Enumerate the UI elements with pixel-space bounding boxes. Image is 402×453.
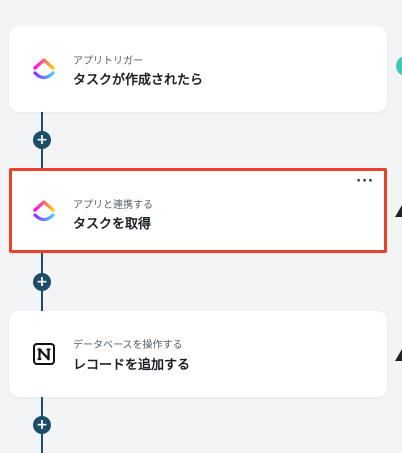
step-subtitle: データベースを操作する xyxy=(73,340,183,351)
clickup-icon xyxy=(33,58,55,80)
more-options-button[interactable]: ··· xyxy=(356,175,374,188)
plus-icon: + xyxy=(36,132,48,148)
step-title: タスクが作成されたら xyxy=(73,73,204,88)
edge-warning-icon xyxy=(395,205,402,217)
add-step-button[interactable]: + xyxy=(33,416,51,434)
plus-icon: + xyxy=(36,417,48,433)
flow-step-card[interactable]: アプリトリガー タスクが作成されたら xyxy=(9,26,387,112)
plus-icon: + xyxy=(36,274,48,290)
flow-step-card[interactable]: データベースを操作する レコードを追加する xyxy=(9,311,387,397)
notion-icon xyxy=(33,343,55,365)
edge-status-circle xyxy=(396,56,402,76)
clickup-icon xyxy=(33,199,55,221)
edge-warning-icon xyxy=(395,349,402,361)
step-title: タスクを取得 xyxy=(73,217,152,232)
step-title: レコードを追加する xyxy=(73,358,191,373)
add-step-button[interactable]: + xyxy=(33,131,51,149)
step-subtitle: アプリと連携する xyxy=(73,200,153,211)
add-step-button[interactable]: + xyxy=(33,273,51,291)
flow-step-card-selected[interactable]: ··· アプリと連携する タスクを取得 xyxy=(9,168,387,253)
step-subtitle: アプリトリガー xyxy=(73,56,143,67)
